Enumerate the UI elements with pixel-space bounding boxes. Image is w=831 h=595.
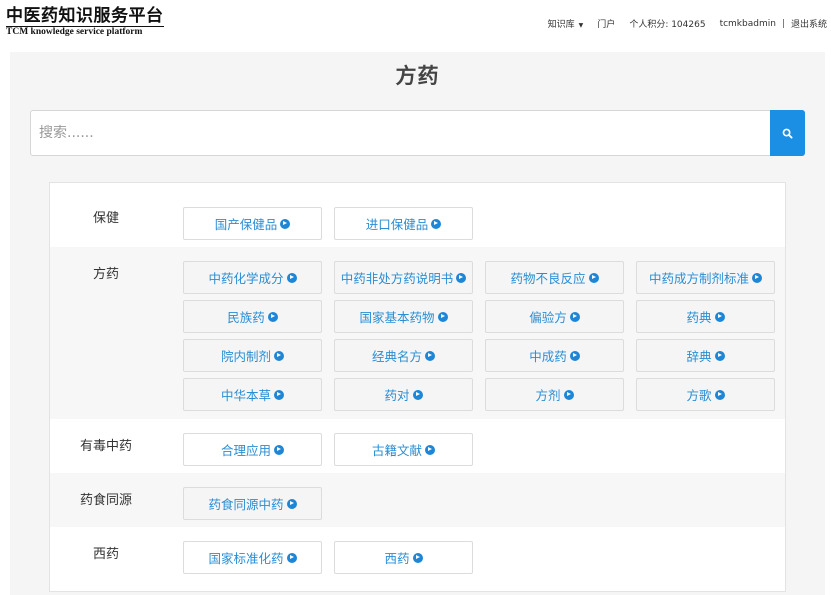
nav-knowledge-base[interactable]: 知识库 ▼ <box>548 17 584 30</box>
category-item-label: 进口保健品 <box>365 217 429 232</box>
circle-arrow-right-icon <box>425 350 435 361</box>
category-item-label: 偏验方 <box>529 310 567 325</box>
category-item[interactable]: 药食同源中药 <box>183 487 322 520</box>
search-icon <box>782 128 793 139</box>
nav-username[interactable]: tcmkbadmin <box>720 19 776 29</box>
category-item-label: 药食同源中药 <box>208 497 284 512</box>
nav-separator: | <box>781 18 785 29</box>
circle-arrow-right-icon <box>569 350 580 361</box>
circle-arrow-right-icon <box>714 350 725 361</box>
category-label: 药食同源 <box>79 493 132 508</box>
category-item[interactable]: 国家标准化药 <box>183 541 322 574</box>
category-item-label: 辞典 <box>686 349 712 364</box>
category-item[interactable]: 中药成方制剂标准 <box>636 261 775 294</box>
category-item-label: 中药成方制剂标准 <box>648 271 749 286</box>
category-row-prescriptions: 方药 中药化学成分 中药非处方药说明书 药物不良反应 中药成方制剂标准 民族药 … <box>50 247 785 419</box>
category-label: 有毒中药 <box>79 439 132 454</box>
category-row-health: 保健 国产保健品 进口保健品 <box>50 183 785 247</box>
top-bar: 中医药知识服务平台 TCM knowledge service platform… <box>0 0 831 48</box>
category-item-label: 古籍文献 <box>371 443 422 458</box>
category-item-label: 合理应用 <box>220 443 271 458</box>
circle-arrow-right-icon <box>286 552 297 563</box>
circle-arrow-right-icon <box>563 389 574 400</box>
category-item[interactable]: 进口保健品 <box>334 207 473 240</box>
category-item-label: 方歌 <box>686 388 712 403</box>
circle-arrow-right-icon <box>280 218 291 229</box>
logo-title: 中医药知识服务平台 <box>6 6 164 26</box>
circle-arrow-right-icon <box>714 389 725 400</box>
category-label: 方药 <box>92 267 119 282</box>
category-item[interactable]: 偏验方 <box>485 300 624 333</box>
category-item[interactable]: 方歌 <box>636 378 775 411</box>
main-content: 方药 保健 国产保健品 进口保健品 方药 中药化学成分 中药非处方药说明书 药物… <box>10 52 825 595</box>
circle-arrow-right-icon <box>456 272 467 283</box>
top-nav: 知识库 ▼ 门户 个人积分: 104265 tcmkbadmin | 退出系统 <box>534 17 827 31</box>
circle-arrow-right-icon <box>286 498 297 509</box>
category-item[interactable]: 古籍文献 <box>334 433 473 466</box>
logo-subtitle: TCM knowledge service platform <box>6 26 164 38</box>
category-item[interactable]: 国产保健品 <box>183 207 322 240</box>
logo[interactable]: 中医药知识服务平台 TCM knowledge service platform <box>6 6 164 38</box>
circle-arrow-right-icon <box>412 552 423 563</box>
category-item[interactable]: 院内制剂 <box>183 339 322 372</box>
category-item-label: 院内制剂 <box>220 349 271 364</box>
circle-arrow-right-icon <box>437 311 448 322</box>
category-panel: 保健 国产保健品 进口保健品 方药 中药化学成分 中药非处方药说明书 药物不良反… <box>49 182 786 592</box>
nav-points: 个人积分: 104265 <box>629 20 706 30</box>
category-item[interactable]: 中华本草 <box>183 378 322 411</box>
category-label: 保健 <box>92 211 119 226</box>
circle-arrow-right-icon <box>569 311 580 322</box>
circle-arrow-right-icon <box>425 444 435 455</box>
category-label: 西药 <box>92 547 119 562</box>
category-item-label: 民族药 <box>227 310 265 325</box>
logout-link[interactable]: 退出系统 <box>791 17 827 30</box>
category-row-food-medicine: 药食同源 药食同源中药 <box>50 473 785 527</box>
category-item[interactable]: 民族药 <box>183 300 322 333</box>
circle-arrow-right-icon <box>286 272 297 283</box>
category-item-label: 中药非处方药说明书 <box>340 271 454 286</box>
category-item-label: 药对 <box>384 388 410 403</box>
category-item-label: 国家基本药物 <box>359 310 435 325</box>
nav-knowledge-base-label: 知识库 <box>547 20 575 30</box>
category-item[interactable]: 药物不良反应 <box>485 261 624 294</box>
category-item[interactable]: 合理应用 <box>183 433 322 466</box>
category-item[interactable]: 药典 <box>636 300 775 333</box>
category-item-label: 药典 <box>686 310 712 325</box>
category-item[interactable]: 药对 <box>334 378 473 411</box>
category-item-label: 国产保健品 <box>214 217 278 232</box>
page-title: 方药 <box>395 64 440 88</box>
category-item-label: 中成药 <box>529 349 567 364</box>
category-item[interactable]: 经典名方 <box>334 339 473 372</box>
circle-arrow-right-icon <box>431 218 442 229</box>
circle-arrow-right-icon <box>714 311 725 322</box>
circle-arrow-right-icon <box>412 389 423 400</box>
circle-arrow-right-icon <box>274 444 284 455</box>
circle-arrow-right-icon <box>274 389 284 400</box>
category-item-label: 西药 <box>384 551 410 566</box>
category-item[interactable]: 中药非处方药说明书 <box>334 261 473 294</box>
category-item-label: 国家标准化药 <box>208 551 284 566</box>
category-item[interactable]: 中成药 <box>485 339 624 372</box>
category-item[interactable]: 方剂 <box>485 378 624 411</box>
circle-arrow-right-icon <box>588 272 599 283</box>
category-item-label: 中华本草 <box>220 388 271 403</box>
search-button[interactable] <box>770 110 805 156</box>
circle-arrow-right-icon <box>267 311 278 322</box>
category-row-western: 西药 国家标准化药 西药 <box>50 527 785 591</box>
category-item-label: 药物不良反应 <box>510 271 586 286</box>
circle-arrow-right-icon <box>274 350 284 361</box>
search-bar <box>30 110 805 156</box>
search-input[interactable] <box>31 111 772 155</box>
category-item[interactable]: 辞典 <box>636 339 775 372</box>
caret-down-icon: ▼ <box>578 22 584 29</box>
category-item[interactable]: 西药 <box>334 541 473 574</box>
category-row-toxic: 有毒中药 合理应用 古籍文献 <box>50 419 785 473</box>
nav-portal[interactable]: 门户 <box>597 17 615 30</box>
category-item-label: 方剂 <box>535 388 561 403</box>
category-item-label: 中药化学成分 <box>208 271 284 286</box>
circle-arrow-right-icon <box>752 272 762 283</box>
category-item[interactable]: 国家基本药物 <box>334 300 473 333</box>
category-item[interactable]: 中药化学成分 <box>183 261 322 294</box>
category-item-label: 经典名方 <box>371 349 422 364</box>
